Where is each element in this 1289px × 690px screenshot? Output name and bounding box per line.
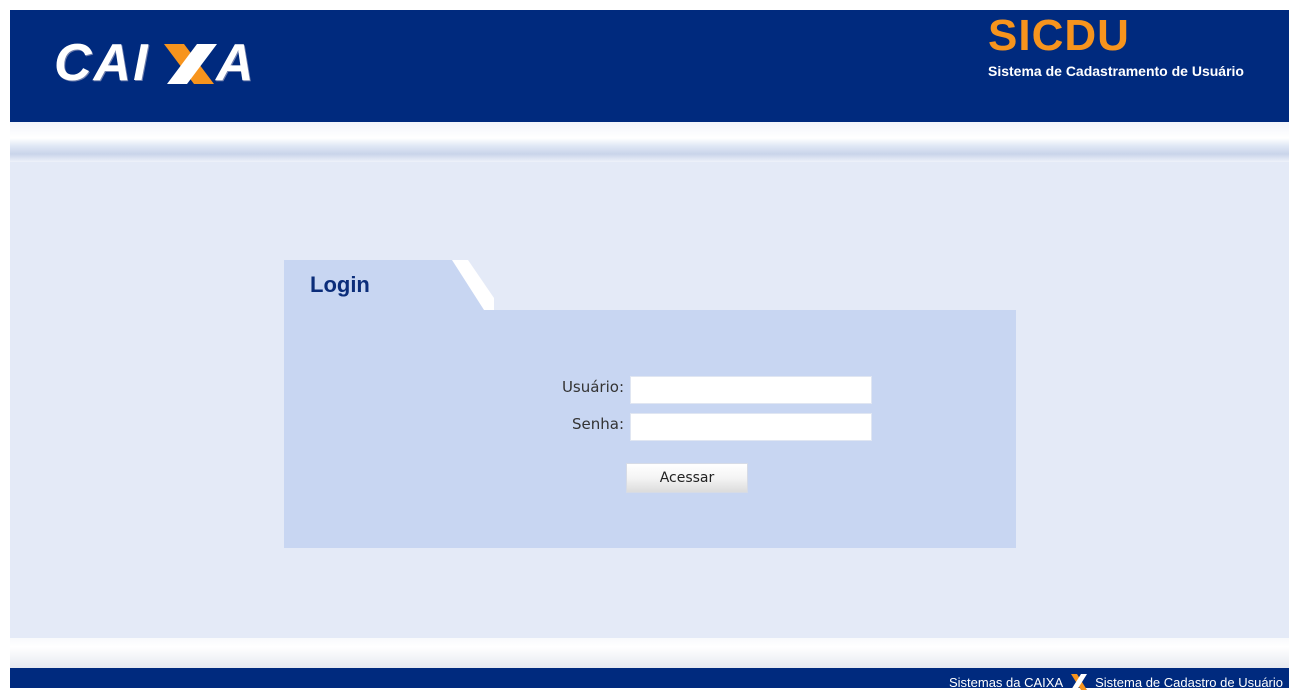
bottom-decorative-band: [10, 638, 1289, 668]
system-acronym: SICDU: [988, 11, 1130, 60]
header: CAI A SICDU Sistema de Cadastramento de …: [10, 10, 1289, 122]
password-input[interactable]: [630, 413, 872, 441]
system-title-block: SICDU Sistema de Cadastramento de Usuári…: [988, 12, 1278, 79]
caixa-logo-graphic: CAI A: [54, 34, 256, 92]
footer: Sistemas da CAIXA Sistema de Cadastro de…: [10, 668, 1289, 690]
caixa-logo: CAI A: [54, 32, 274, 92]
caixa-logo-x: [164, 44, 217, 84]
footer-right-text: Sistema de Cadastro de Usuário: [1095, 674, 1283, 690]
acessar-button[interactable]: Acessar: [626, 463, 748, 493]
caixa-logo-letters-ca: CAI: [54, 34, 150, 92]
login-title: Login: [310, 272, 370, 297]
username-input[interactable]: [630, 376, 872, 404]
system-name: Sistema de Cadastramento de Usuário: [988, 63, 1244, 79]
password-label: Senha:: [571, 415, 624, 433]
username-label: Usuário:: [561, 378, 624, 396]
top-decorative-band: [10, 122, 1289, 162]
footer-left-text: Sistemas da CAIXA: [948, 674, 1064, 690]
page-frame: CAI A SICDU Sistema de Cadastramento de …: [10, 10, 1289, 690]
login-tab-notch: [434, 260, 494, 310]
caixa-logo-letter-a: A: [214, 34, 256, 92]
